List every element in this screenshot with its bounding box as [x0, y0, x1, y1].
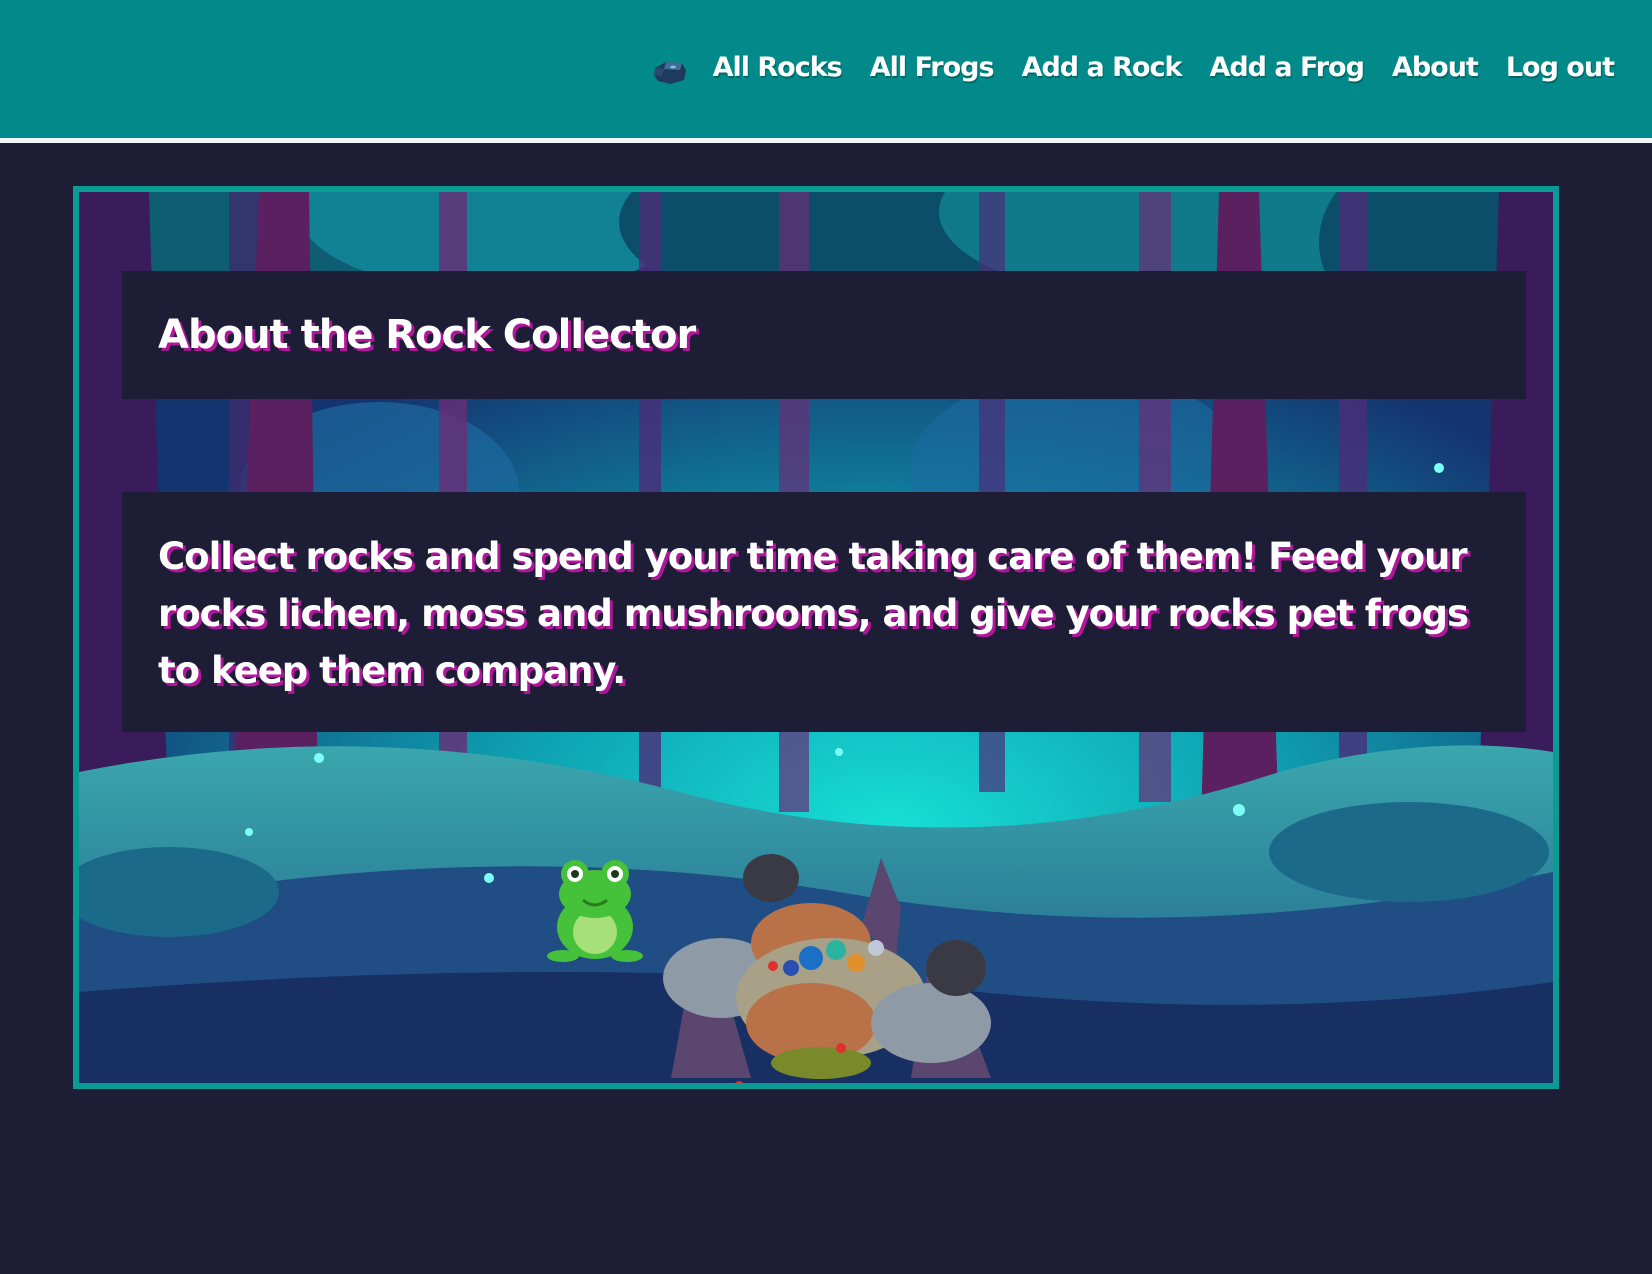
top-navigation-bar: All Rocks All Frogs Add a Rock Add a Fro… — [0, 0, 1652, 143]
about-scene: About the Rock Collector Collect rocks a… — [73, 186, 1559, 1089]
main-nav: All Rocks All Frogs Add a Rock Add a Fro… — [713, 52, 1615, 83]
rock-icon[interactable] — [652, 58, 688, 86]
frog-illustration — [547, 860, 643, 962]
nav-all-frogs[interactable]: All Frogs — [870, 52, 995, 83]
about-description-panel: Collect rocks and spend your time taking… — [122, 492, 1526, 732]
about-title-panel: About the Rock Collector — [122, 271, 1526, 399]
about-description: Collect rocks and spend your time taking… — [158, 535, 1469, 692]
rock-pile-illustration — [663, 854, 991, 1083]
nav-all-rocks[interactable]: All Rocks — [713, 52, 843, 83]
nav-add-frog[interactable]: Add a Frog — [1209, 52, 1364, 83]
page-title: About the Rock Collector — [158, 312, 696, 358]
nav-log-out[interactable]: Log out — [1506, 52, 1615, 83]
nav-about[interactable]: About — [1392, 52, 1479, 83]
nav-add-rock[interactable]: Add a Rock — [1022, 52, 1183, 83]
